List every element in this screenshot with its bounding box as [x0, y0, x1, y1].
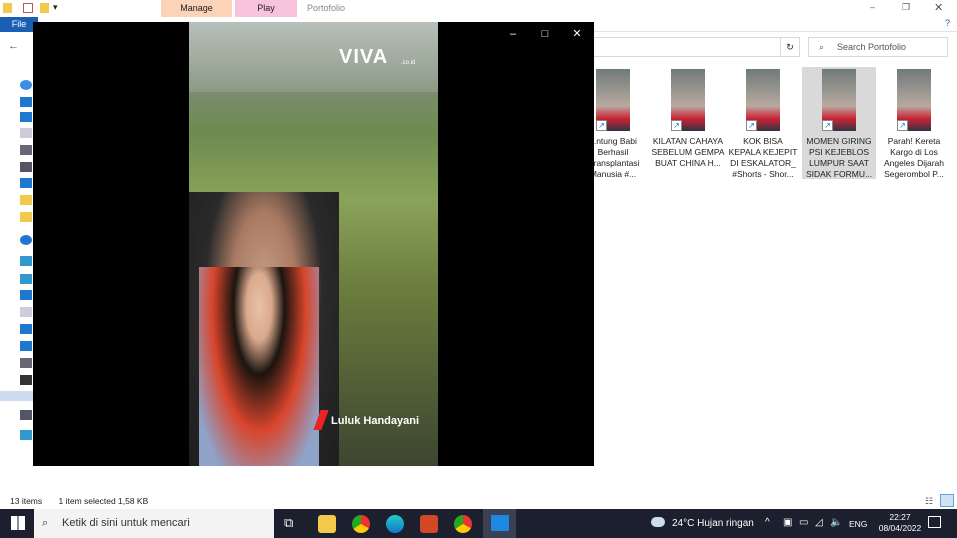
file-label: MOMEN GIRING PSI KEJEBLOS LUMPUR SAAT SI… — [805, 136, 873, 179]
network-icon[interactable] — [20, 430, 32, 440]
start-button[interactable] — [11, 516, 25, 530]
video-frame[interactable]: VIVA .co.id Luluk Handayani — [189, 22, 438, 466]
viva-watermark: VIVA — [339, 46, 389, 68]
file-label: KOK BISA KEPALA KEJEPIT DI ESKALATOR_ #S… — [728, 136, 798, 179]
minimize-button[interactable]: – — [870, 2, 875, 12]
desktop-icon[interactable] — [20, 97, 32, 107]
window-title: Portofolio — [307, 3, 346, 13]
file-item[interactable]: ↗ KOK BISA KEPALA KEJEPIT DI ESKALATOR_ #… — [726, 67, 800, 179]
media-player-icon — [491, 515, 509, 531]
drive-icon[interactable] — [20, 162, 32, 172]
tab-manage[interactable]: Manage — [161, 0, 232, 17]
sky-trees — [189, 22, 438, 92]
quick-access-icon[interactable] — [20, 80, 32, 90]
this-pc-icon[interactable] — [20, 256, 32, 266]
explorer-title-bar: ▾ Manage Play Portofolio – ❐ ✕ — [0, 0, 957, 17]
search-icon: ⌕ — [819, 42, 825, 52]
3d-objects-icon[interactable] — [20, 274, 32, 284]
shortcut-icon: ↗ — [822, 120, 833, 131]
item-count: 13 items — [10, 496, 43, 506]
file-label: Parah! Kereta Kargo di Los Angeles Dijar… — [883, 136, 944, 179]
meet-now-icon[interactable]: ▣ — [783, 517, 792, 528]
pictures-icon[interactable] — [20, 358, 32, 368]
file-item[interactable]: ↗ KILATAN CAHAYA SEBELUM GEMPA BUAT CHINA… — [651, 67, 725, 179]
back-icon[interactable]: ← — [8, 40, 19, 52]
properties-icon[interactable] — [23, 3, 33, 13]
folder-icon[interactable] — [20, 195, 32, 205]
clock[interactable]: 22:27 08/04/2022 — [876, 512, 924, 534]
details-view-icon[interactable]: ☷ — [925, 496, 933, 507]
chrome-profile-icon[interactable] — [454, 515, 472, 533]
quick-access-dropdown-icon[interactable]: ▾ — [53, 2, 58, 13]
presenter-name: Luluk Handayani — [331, 415, 420, 427]
weather-icon[interactable] — [651, 517, 665, 527]
onedrive-icon[interactable] — [20, 235, 32, 245]
new-folder-icon[interactable] — [40, 3, 49, 13]
weather-text[interactable]: 24°C Hujan ringan — [672, 518, 754, 529]
pictures-icon[interactable] — [20, 145, 32, 155]
shortcut-icon: ↗ — [897, 120, 908, 131]
help-icon[interactable]: ? — [945, 18, 950, 28]
close-button[interactable]: ✕ — [934, 1, 943, 14]
shortcut-icon: ↗ — [671, 120, 682, 131]
clock-date: 08/04/2022 — [878, 523, 922, 533]
search-input[interactable]: ⌕ Search Portofolio — [808, 37, 948, 57]
player-minimize-button[interactable]: – — [503, 27, 523, 41]
downloads-icon[interactable] — [20, 112, 32, 122]
search-placeholder: Search Portofolio — [837, 42, 907, 52]
music-icon[interactable] — [20, 341, 32, 351]
search-icon: ⌕ — [42, 517, 49, 529]
restore-button[interactable]: ❐ — [902, 2, 910, 13]
folder-icon[interactable] — [20, 212, 32, 222]
clock-time: 22:27 — [889, 512, 911, 522]
downloads-icon[interactable] — [20, 324, 32, 334]
task-view-icon[interactable]: ⧉ — [284, 515, 293, 531]
file-item[interactable]: ↗ Parah! Kereta Kargo di Los Angeles Dija… — [877, 67, 951, 179]
shortcut-icon: ↗ — [596, 120, 607, 131]
volume-icon[interactable]: 🔈 — [830, 517, 842, 528]
desktop-icon[interactable] — [20, 290, 32, 300]
presenter-image — [199, 267, 319, 466]
documents-icon[interactable] — [20, 128, 32, 138]
selection-info: 1 item selected 1,58 KB — [58, 496, 149, 506]
chrome-icon[interactable] — [352, 515, 370, 533]
video-player-window[interactable]: VIVA .co.id Luluk Handayani – □ ✕ — [33, 22, 594, 466]
wifi-icon[interactable]: ◿ — [815, 517, 823, 528]
shortcut-icon: ↗ — [746, 120, 757, 131]
player-maximize-button[interactable]: □ — [535, 27, 555, 41]
edge-icon[interactable] — [386, 515, 404, 533]
drive-icon[interactable] — [20, 410, 32, 420]
media-player-taskbar-button[interactable] — [483, 509, 516, 538]
show-hidden-icons-icon[interactable]: ^ — [765, 517, 770, 528]
taskbar: ⌕ Ketik di sini untuk mencari ⧉ 24°C Huj… — [0, 509, 957, 538]
notifications-icon[interactable] — [928, 516, 941, 528]
taskbar-search-placeholder: Ketik di sini untuk mencari — [62, 517, 190, 529]
refresh-icon[interactable]: ↻ — [780, 37, 800, 57]
file-explorer-icon[interactable] — [318, 515, 336, 533]
status-bar: 13 items 1 item selected 1,58 KB — [10, 496, 148, 506]
folder-icon — [3, 3, 12, 13]
powerpoint-icon[interactable] — [420, 515, 438, 533]
videos-icon[interactable] — [20, 375, 32, 385]
battery-icon[interactable]: ▭ — [799, 517, 808, 528]
file-item-selected[interactable]: ↗ MOMEN GIRING PSI KEJEBLOS LUMPUR SAAT S… — [802, 67, 876, 179]
music-icon[interactable] — [20, 178, 32, 188]
player-close-button[interactable]: ✕ — [567, 27, 587, 41]
file-label: KILATAN CAHAYA SEBELUM GEMPA BUAT CHINA … — [651, 136, 725, 168]
tab-play[interactable]: Play — [235, 0, 297, 17]
documents-icon[interactable] — [20, 307, 32, 317]
taskbar-search-input[interactable]: ⌕ Ketik di sini untuk mencari — [34, 509, 274, 538]
large-icons-view-icon[interactable] — [940, 494, 954, 507]
watermark-domain: .co.id — [401, 60, 416, 66]
language-indicator[interactable]: ENG — [849, 519, 867, 529]
local-disk-icon[interactable] — [0, 391, 36, 401]
address-bar[interactable]: ↻ — [590, 37, 800, 57]
